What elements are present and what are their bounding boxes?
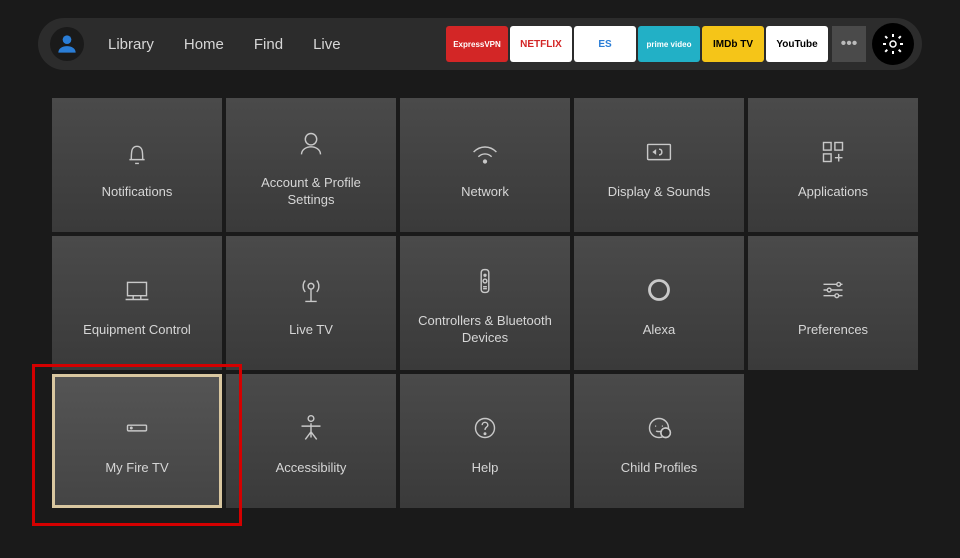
tile-label: Account & Profile Settings — [226, 175, 396, 209]
monitor-icon — [118, 268, 156, 312]
tile-label: Alexa — [633, 322, 686, 339]
tile-label: Equipment Control — [73, 322, 201, 339]
user-icon — [292, 121, 330, 165]
app-expressvpn[interactable]: ExpressVPN — [446, 26, 508, 62]
tile-label: Applications — [788, 184, 878, 201]
tile-label: Display & Sounds — [598, 184, 721, 201]
wifi-icon — [466, 130, 504, 174]
tile-device[interactable]: My Fire TV — [52, 374, 222, 508]
tile-label: Notifications — [92, 184, 183, 201]
tile-person[interactable]: Accessibility — [226, 374, 396, 508]
tile-remote[interactable]: Controllers & Bluetooth Devices — [400, 236, 570, 370]
display-icon — [640, 130, 678, 174]
child-icon — [640, 406, 678, 450]
profile-avatar[interactable] — [50, 27, 84, 61]
tile-label: Help — [462, 460, 509, 477]
nav-library[interactable]: Library — [108, 36, 154, 53]
app-imdbtv[interactable]: IMDb TV — [702, 26, 764, 62]
gear-icon — [881, 32, 905, 56]
tile-user[interactable]: Account & Profile Settings — [226, 98, 396, 232]
tile-child[interactable]: Child Profiles — [574, 374, 744, 508]
tile-alexa[interactable]: Alexa — [574, 236, 744, 370]
tile-label: Network — [451, 184, 519, 201]
help-icon — [466, 406, 504, 450]
tile-apps[interactable]: Applications — [748, 98, 918, 232]
person-icon — [292, 406, 330, 450]
tile-monitor[interactable]: Equipment Control — [52, 236, 222, 370]
app-youtube[interactable]: YouTube — [766, 26, 828, 62]
top-nav-bar: Library Home Find Live ExpressVPN NETFLI… — [38, 18, 922, 70]
tile-label: Child Profiles — [611, 460, 708, 477]
alexa-icon — [640, 268, 678, 312]
more-apps-button[interactable]: ••• — [832, 26, 866, 62]
tile-help[interactable]: Help — [400, 374, 570, 508]
tile-label: My Fire TV — [95, 460, 178, 477]
sliders-icon — [814, 268, 852, 312]
tile-antenna[interactable]: Live TV — [226, 236, 396, 370]
app-netflix[interactable]: NETFLIX — [510, 26, 572, 62]
tile-wifi[interactable]: Network — [400, 98, 570, 232]
settings-grid: Notifications Account & Profile Settings N… — [52, 98, 960, 508]
tile-label: Live TV — [279, 322, 343, 339]
tile-label: Accessibility — [266, 460, 357, 477]
tile-sliders[interactable]: Preferences — [748, 236, 918, 370]
nav-live[interactable]: Live — [313, 36, 341, 53]
tile-label: Controllers & Bluetooth Devices — [400, 313, 570, 347]
app-primevideo[interactable]: prime video — [638, 26, 700, 62]
bell-icon — [118, 130, 156, 174]
device-icon — [118, 406, 156, 450]
remote-icon — [466, 259, 504, 303]
nav-find[interactable]: Find — [254, 36, 283, 53]
person-icon — [54, 31, 80, 57]
app-tiles: ExpressVPN NETFLIX ES prime video IMDb T… — [446, 23, 914, 65]
apps-icon — [814, 130, 852, 174]
tile-display[interactable]: Display & Sounds — [574, 98, 744, 232]
nav-items: Library Home Find Live — [108, 36, 341, 53]
settings-button[interactable] — [872, 23, 914, 65]
antenna-icon — [292, 268, 330, 312]
tile-bell[interactable]: Notifications — [52, 98, 222, 232]
tile-label: Preferences — [788, 322, 878, 339]
app-es[interactable]: ES — [574, 26, 636, 62]
nav-home[interactable]: Home — [184, 36, 224, 53]
